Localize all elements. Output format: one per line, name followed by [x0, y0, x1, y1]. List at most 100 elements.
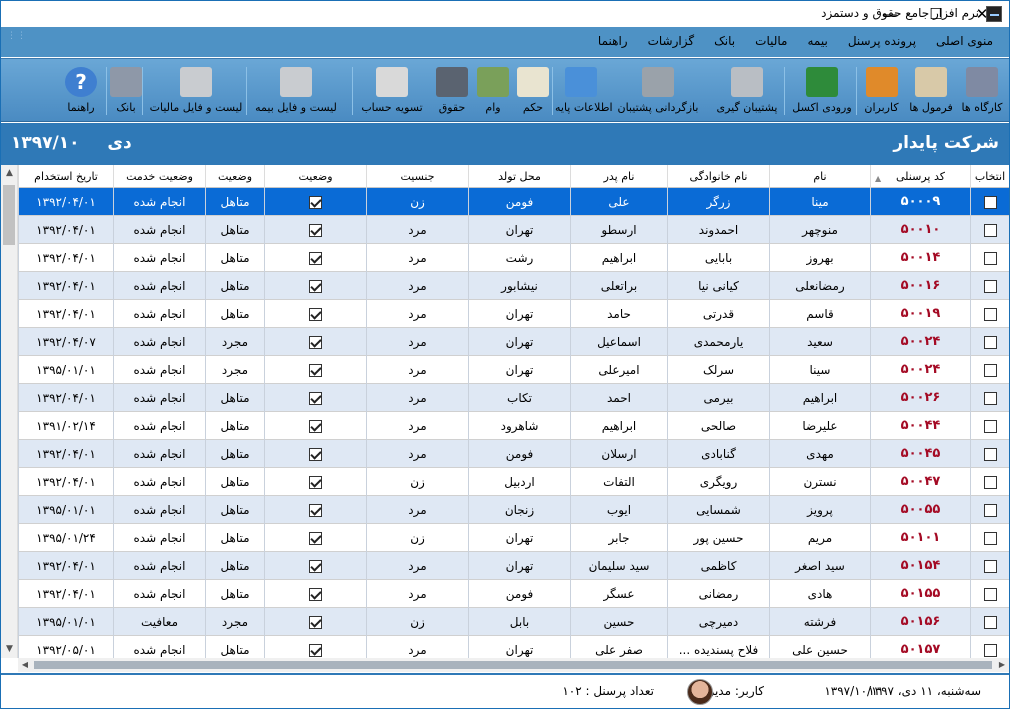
table-row[interactable]: ۵۰۰۰۹ مینا زرگر علی فومن زن متاهل انجام شده ۱۳۹۲…	[18, 188, 1009, 216]
row-select-checkbox[interactable]	[983, 532, 997, 545]
row-select-checkbox[interactable]	[983, 616, 997, 629]
status-checkbox[interactable]	[309, 364, 322, 377]
toolbar-money-stack-button[interactable]: وام	[475, 59, 511, 121]
maximize-button[interactable]: ☐	[913, 1, 959, 27]
minimize-button[interactable]: —	[867, 1, 913, 27]
toolbar-base-info-button[interactable]: اطلاعات پایه	[555, 59, 613, 121]
toolbar-decree-pen-button[interactable]: حکم	[513, 59, 553, 121]
row-select-checkbox[interactable]	[983, 336, 997, 349]
toolbar-help-button[interactable]: ? راهنما	[61, 59, 101, 121]
column-header[interactable]: جنسیت	[366, 165, 468, 188]
horizontal-scroll-thumb[interactable]	[34, 661, 992, 669]
table-row[interactable]: ۵۰۰۱۰ منوچهر احمدوند ارسطو تهران مرد متاهل انجا…	[18, 216, 1009, 244]
row-select-checkbox[interactable]	[983, 196, 997, 209]
menu-item[interactable]: منوی اصلی	[926, 27, 1003, 49]
row-select-checkbox[interactable]	[983, 280, 997, 293]
table-row[interactable]: ۵۰۰۲۴ سینا سرلک امیرعلی تهران مرد مجرد انجام شد…	[18, 356, 1009, 384]
father-cell: سید سلیمان	[570, 552, 667, 580]
row-select-checkbox[interactable]	[983, 364, 997, 377]
row-select-checkbox[interactable]	[983, 308, 997, 321]
toolbar-excel-button[interactable]: ورودی اکسل	[787, 59, 857, 121]
column-header-label: تاریخ استخدام	[34, 170, 98, 183]
scroll-left-icon[interactable]: ◀	[18, 658, 32, 672]
status-checkbox[interactable]	[309, 196, 322, 209]
scroll-right-icon[interactable]: ▶	[995, 658, 1009, 672]
marital-cell: متاهل	[205, 384, 264, 412]
menu-item[interactable]: مالیات	[745, 27, 797, 49]
status-checkbox[interactable]	[309, 280, 322, 293]
column-header[interactable]: تاریخ استخدام	[18, 165, 113, 188]
toolbar-buildings-button[interactable]: کارگاه ها	[959, 59, 1005, 121]
row-select-checkbox[interactable]	[983, 224, 997, 237]
menu-item[interactable]: گزارشات	[638, 27, 704, 49]
toolbar-backup-disk-button[interactable]: پشتیبان گیری	[709, 59, 785, 121]
status-checkbox[interactable]	[309, 616, 322, 629]
table-row[interactable]: ۵۰۰۱۹ قاسم قدرتی حامد تهران مرد متاهل انجام شده…	[18, 300, 1009, 328]
column-header[interactable]: وضعیت خدمت	[113, 165, 205, 188]
row-select-checkbox[interactable]	[983, 504, 997, 517]
row-select-checkbox[interactable]	[983, 392, 997, 405]
status-checkbox[interactable]	[309, 560, 322, 573]
toolbar-calculator-button[interactable]: حقوق	[431, 59, 473, 121]
table-row[interactable]: ۵۰۰۴۴ علیرضا صالحی ابراهیم شاهرود مرد متاهل انج…	[18, 412, 1009, 440]
table-row[interactable]: ۵۰۱۵۶ فرشته دمیرچی حسین بابل زن مجرد معافیت ۱۳۹۵…	[18, 608, 1009, 636]
toolbar-tax-printer-button[interactable]: لیست و فایل مالیات	[145, 59, 247, 121]
scroll-up-icon[interactable]: ▲	[1, 165, 18, 182]
row-select-checkbox[interactable]	[983, 252, 997, 265]
status-checkbox[interactable]	[309, 392, 322, 405]
row-select-checkbox[interactable]	[983, 560, 997, 573]
column-header[interactable]: انتخاب	[970, 165, 1009, 188]
table-row[interactable]: ۵۰۱۵۴ سید اصغر کاظمی سید سلیمان تهران مرد متاه…	[18, 552, 1009, 580]
gender-cell: مرد	[366, 496, 468, 524]
table-row[interactable]: ۵۰۰۱۶ رمضانعلی کیانی نیا براتعلی نیشابور مرد م…	[18, 272, 1009, 300]
row-select-checkbox[interactable]	[983, 448, 997, 461]
table-row[interactable]: ۵۰۰۴۷ نسترن رویگری التفات اردبیل زن متاهل انجام…	[18, 468, 1009, 496]
column-header[interactable]: نام خانوادگی	[667, 165, 769, 188]
table-row[interactable]: ۵۰۱۰۱ مریم حسین پور جابر تهران زن متاهل انجام ش…	[18, 524, 1009, 552]
column-header[interactable]: نام پدر	[570, 165, 667, 188]
close-button[interactable]: ✕	[959, 1, 1005, 27]
toolbar-formula-button[interactable]: فرمول ها	[906, 59, 956, 121]
row-select-checkbox[interactable]	[983, 644, 997, 657]
column-header[interactable]: محل تولد	[468, 165, 570, 188]
toolbar-settlement-paper-button[interactable]: تسویه حساب	[355, 59, 429, 121]
table-row[interactable]: ۵۰۰۲۴ سعید یارمحمدی اسماعیل تهران مرد مجرد انجا…	[18, 328, 1009, 356]
horizontal-scrollbar[interactable]: ◀ ▶	[18, 658, 1009, 672]
status-checkbox[interactable]	[309, 588, 322, 601]
table-row[interactable]: ۵۰۰۵۵ پرویز شمسایی ایوب زنجان مرد متاهل انجام ش…	[18, 496, 1009, 524]
row-select-checkbox[interactable]	[983, 476, 997, 489]
row-select-checkbox[interactable]	[983, 588, 997, 601]
toolbar-users-button[interactable]: کاربران	[859, 59, 904, 121]
toolbar-insurance-printer-button[interactable]: لیست و فایل بیمه	[249, 59, 343, 121]
status-checkbox[interactable]	[309, 448, 322, 461]
status-checkbox[interactable]	[309, 224, 322, 237]
toolbar-bank-button[interactable]: بانک	[109, 59, 143, 121]
status-checkbox[interactable]	[309, 252, 322, 265]
table-row[interactable]: ۵۰۰۲۶ ابراهیم بیرمی احمد تکاب مرد متاهل انجام ش…	[18, 384, 1009, 412]
menu-item[interactable]: راهنما	[588, 27, 638, 49]
table-row[interactable]: ۵۰۰۱۴ بهروز بابایی ابراهیم رشت مرد متاهل انجام …	[18, 244, 1009, 272]
column-header[interactable]: وضعیت	[205, 165, 264, 188]
status-checkbox[interactable]	[309, 476, 322, 489]
scroll-down-icon[interactable]: ▼	[1, 641, 18, 658]
column-header[interactable]: وضعیت	[264, 165, 366, 188]
column-header[interactable]: نام	[769, 165, 870, 188]
status-checkbox[interactable]	[309, 532, 322, 545]
status-checkbox[interactable]	[309, 644, 322, 657]
table-row[interactable]: ۵۰۱۵۵ هادی رمضانی عسگر فومن مرد متاهل انجام شده…	[18, 580, 1009, 608]
status-checkbox[interactable]	[309, 504, 322, 517]
row-select-checkbox[interactable]	[983, 420, 997, 433]
status-checkbox[interactable]	[309, 420, 322, 433]
vertical-scrollbar[interactable]: ▲ ▼	[1, 165, 18, 658]
column-header[interactable]: کد پرسنلی ▲	[870, 165, 970, 188]
table-row[interactable]: ۵۰۰۴۵ مهدی گنابادی ارسلان فومن مرد متاهل انجام …	[18, 440, 1009, 468]
status-checkbox[interactable]	[309, 308, 322, 321]
menu-item[interactable]: بانک	[704, 27, 745, 49]
toolbar-restore-button[interactable]: بازگردانی پشتیبان	[609, 59, 707, 121]
menu-item[interactable]: بیمه	[797, 27, 837, 49]
status-checkbox[interactable]	[309, 336, 322, 349]
current-period[interactable]: دی ۱۳۹۷/۱۰	[11, 133, 132, 153]
menu-item[interactable]: پرونده پرسنل	[838, 27, 926, 49]
table-row[interactable]: ۵۰۱۵۷ حسین علی فلاح پسندیده ... صفر علی تهرا…	[18, 636, 1009, 658]
vertical-scroll-thumb[interactable]	[3, 185, 15, 245]
